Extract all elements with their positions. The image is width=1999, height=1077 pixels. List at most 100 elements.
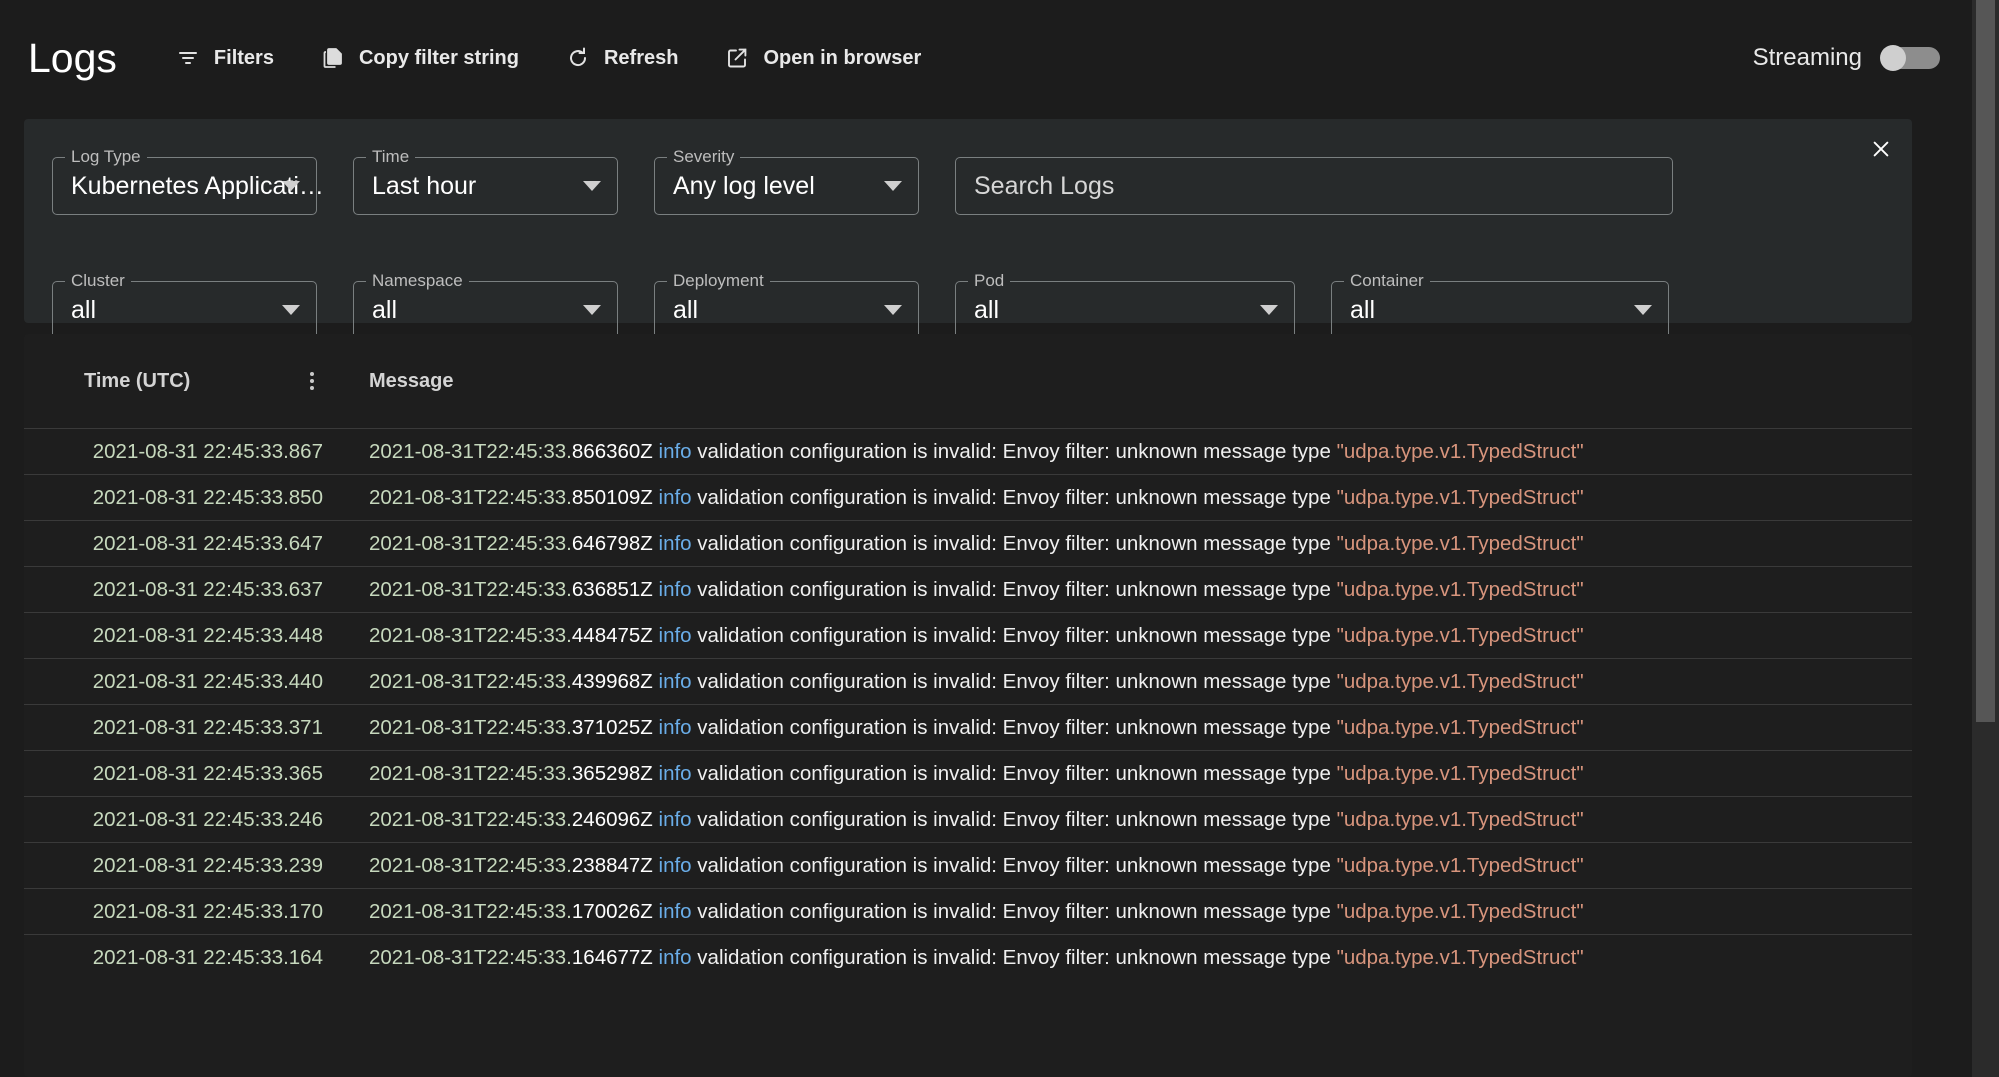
log-message-text: validation configuration is invalid: Env… — [691, 439, 1337, 463]
chevron-down-icon — [884, 305, 902, 315]
log-message-fraction: 636851Z — [571, 577, 653, 601]
table-row[interactable]: 2021-08-31 22:45:33.647 2021-08-31T22:45:… — [24, 520, 1912, 566]
log-message-fraction: 164677Z — [571, 945, 653, 969]
refresh-button[interactable]: Refresh — [553, 35, 690, 81]
log-message-quoted-value: "udpa.type.v1.TypedStruct" — [1336, 853, 1584, 877]
log-message-timestamp: 2021-08-31T22:45:33. — [369, 531, 572, 555]
log-type-value: Kubernetes Applicati… — [71, 171, 324, 200]
log-message-timestamp: 2021-08-31T22:45:33. — [369, 761, 572, 785]
close-filters-button[interactable] — [1862, 130, 1900, 168]
log-message-quoted-value: "udpa.type.v1.TypedStruct" — [1336, 899, 1584, 923]
log-message-cell: 2021-08-31T22:45:33.238847Z info validat… — [332, 854, 1584, 878]
filters-button-label: Filters — [213, 46, 274, 69]
column-header-time-label: Time (UTC) — [84, 369, 191, 392]
pod-select[interactable]: Pod all — [955, 271, 1295, 339]
table-row[interactable]: 2021-08-31 22:45:33.365 2021-08-31T22:45:… — [24, 750, 1912, 796]
log-message-timestamp: 2021-08-31T22:45:33. — [369, 899, 572, 923]
log-time-cell: 2021-08-31 22:45:33.164 — [92, 945, 323, 969]
log-table: Time (UTC) Message 2021-08-31 22:45:33.8… — [24, 334, 1912, 1077]
log-time-cell: 2021-08-31 22:45:33.647 — [92, 531, 323, 555]
refresh-button-label: Refresh — [603, 46, 679, 69]
streaming-toggle[interactable] — [1880, 45, 1942, 71]
log-message-text: validation configuration is invalid: Env… — [691, 531, 1337, 555]
more-vertical-icon[interactable] — [302, 366, 322, 396]
deployment-select[interactable]: Deployment all — [654, 271, 919, 339]
page-scrollbar-track[interactable] — [1972, 0, 1999, 1077]
chevron-down-icon — [583, 181, 601, 191]
log-message-fraction: 170026Z — [571, 899, 653, 923]
log-time-cell: 2021-08-31 22:45:33.371 — [92, 715, 323, 739]
container-value: all — [1350, 295, 1376, 324]
column-header-message: Message — [369, 369, 454, 392]
log-message-level: info — [658, 715, 692, 739]
log-message-timestamp: 2021-08-31T22:45:33. — [369, 715, 572, 739]
log-message-text: validation configuration is invalid: Env… — [691, 485, 1337, 509]
log-message-quoted-value: "udpa.type.v1.TypedStruct" — [1336, 715, 1584, 739]
log-message-quoted-value: "udpa.type.v1.TypedStruct" — [1336, 531, 1584, 555]
log-message-cell: 2021-08-31T22:45:33.636851Z info validat… — [332, 578, 1584, 602]
log-message-level: info — [658, 531, 692, 555]
filter-panel: Log Type Kubernetes Applicati… Time Last… — [24, 119, 1912, 339]
filter-icon — [175, 45, 201, 71]
log-message-quoted-value: "udpa.type.v1.TypedStruct" — [1336, 669, 1584, 693]
log-message-cell: 2021-08-31T22:45:33.850109Z info validat… — [332, 486, 1584, 510]
logs-page: Logs Filters Copy filter string Refresh … — [0, 0, 1999, 1077]
copy-icon — [320, 45, 346, 71]
table-row[interactable]: 2021-08-31 22:45:33.170 2021-08-31T22:45:… — [24, 888, 1912, 934]
streaming-label: Streaming — [1752, 44, 1862, 71]
log-message-fraction: 365298Z — [571, 761, 653, 785]
table-row[interactable]: 2021-08-31 22:45:33.239 2021-08-31T22:45:… — [24, 842, 1912, 888]
severity-select[interactable]: Severity Any log level — [654, 147, 919, 215]
streaming-control: Streaming — [1753, 44, 1942, 72]
log-message-fraction: 850109Z — [571, 485, 653, 509]
log-message-level: info — [658, 485, 692, 509]
chevron-down-icon — [282, 181, 300, 191]
copy-filter-string-label: Copy filter string — [358, 46, 519, 69]
open-in-browser-button[interactable]: Open in browser — [712, 35, 933, 81]
log-type-select[interactable]: Log Type Kubernetes Applicati… — [52, 147, 324, 215]
log-message-quoted-value: "udpa.type.v1.TypedStruct" — [1336, 623, 1584, 647]
copy-filter-string-button[interactable]: Copy filter string — [308, 35, 531, 81]
cluster-select[interactable]: Cluster all — [52, 271, 317, 339]
log-message-level: info — [658, 761, 692, 785]
table-row[interactable]: 2021-08-31 22:45:33.867 2021-08-31T22:45:… — [24, 428, 1912, 474]
log-message-timestamp: 2021-08-31T22:45:33. — [369, 669, 572, 693]
table-row[interactable]: 2021-08-31 22:45:33.440 2021-08-31T22:45:… — [24, 658, 1912, 704]
cluster-value: all — [71, 295, 97, 324]
log-message-text: validation configuration is invalid: Env… — [691, 761, 1337, 785]
column-header-time: Time (UTC) — [84, 366, 332, 396]
log-message-cell: 2021-08-31T22:45:33.170026Z info validat… — [332, 900, 1584, 924]
log-message-text: validation configuration is invalid: Env… — [691, 853, 1337, 877]
table-row[interactable]: 2021-08-31 22:45:33.850 2021-08-31T22:45:… — [24, 474, 1912, 520]
log-message-quoted-value: "udpa.type.v1.TypedStruct" — [1336, 807, 1584, 831]
search-logs-field[interactable]: Search Logs — [955, 157, 1673, 215]
log-message-quoted-value: "udpa.type.v1.TypedStruct" — [1336, 577, 1584, 601]
table-row[interactable]: 2021-08-31 22:45:33.637 2021-08-31T22:45:… — [24, 566, 1912, 612]
namespace-select[interactable]: Namespace all — [353, 271, 618, 339]
log-message-cell: 2021-08-31T22:45:33.365298Z info validat… — [332, 762, 1584, 786]
log-message-timestamp: 2021-08-31T22:45:33. — [369, 439, 572, 463]
time-range-select[interactable]: Time Last hour — [353, 147, 618, 215]
table-row[interactable]: 2021-08-31 22:45:33.164 2021-08-31T22:45:… — [24, 934, 1912, 980]
log-message-fraction: 448475Z — [571, 623, 653, 647]
container-select[interactable]: Container all — [1331, 271, 1669, 339]
log-message-text: validation configuration is invalid: Env… — [691, 669, 1337, 693]
page-header: Logs Filters Copy filter string Refresh … — [0, 0, 1972, 116]
pod-value: all — [974, 295, 1000, 324]
log-message-cell: 2021-08-31T22:45:33.646798Z info validat… — [332, 532, 1584, 556]
table-row[interactable]: 2021-08-31 22:45:33.448 2021-08-31T22:45:… — [24, 612, 1912, 658]
log-message-cell: 2021-08-31T22:45:33.371025Z info validat… — [332, 716, 1584, 740]
log-message-quoted-value: "udpa.type.v1.TypedStruct" — [1336, 485, 1584, 509]
filters-button[interactable]: Filters — [163, 35, 286, 81]
log-table-header: Time (UTC) Message — [24, 334, 1912, 428]
log-message-cell: 2021-08-31T22:45:33.866360Z info validat… — [332, 440, 1584, 464]
log-message-cell: 2021-08-31T22:45:33.164677Z info validat… — [332, 946, 1584, 970]
log-message-fraction: 371025Z — [571, 715, 653, 739]
log-message-level: info — [658, 577, 692, 601]
table-row[interactable]: 2021-08-31 22:45:33.246 2021-08-31T22:45:… — [24, 796, 1912, 842]
log-message-fraction: 866360Z — [571, 439, 653, 463]
log-time-cell: 2021-08-31 22:45:33.440 — [92, 669, 323, 693]
table-row[interactable]: 2021-08-31 22:45:33.371 2021-08-31T22:45:… — [24, 704, 1912, 750]
chevron-down-icon — [583, 305, 601, 315]
page-scrollbar-thumb[interactable] — [1976, 0, 1995, 722]
